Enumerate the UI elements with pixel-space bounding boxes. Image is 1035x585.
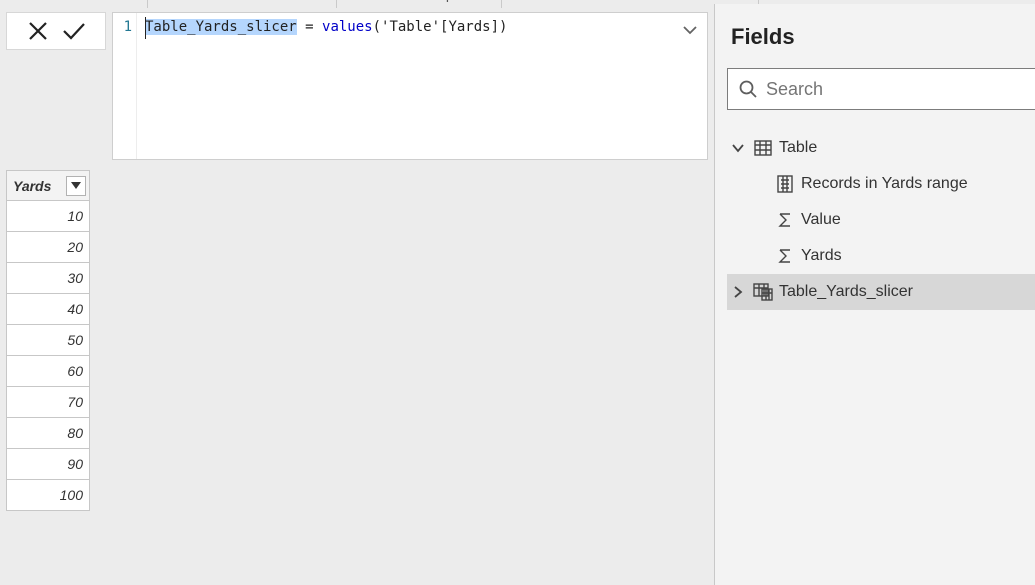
- fields-title: Fields: [727, 12, 1035, 68]
- search-box[interactable]: [727, 68, 1035, 110]
- chevron-down-icon: [729, 139, 747, 157]
- tree-item-records-in-yards-range[interactable]: Records in Yards range: [727, 166, 1035, 202]
- grid-row[interactable]: 30: [7, 263, 90, 294]
- grid-row[interactable]: 20: [7, 232, 90, 263]
- tree-item-label: Table_Yards_slicer: [779, 283, 913, 301]
- formula-function: values: [322, 19, 373, 35]
- data-grid: Yards 10 20 30 40 50 60 70 80 90 100: [6, 170, 90, 511]
- tree-item-label: Value: [801, 211, 841, 229]
- tree-item-label: Records in Yards range: [801, 175, 968, 193]
- formula-line-number: 1: [113, 13, 137, 159]
- cancel-icon[interactable]: [23, 16, 53, 46]
- grid-header-label: Yards: [7, 178, 66, 194]
- calculated-table-icon: [753, 282, 773, 302]
- formula-confirm-cancel-box: [6, 12, 106, 50]
- formula-eq: =: [297, 19, 322, 35]
- tree-item-label: Yards: [801, 247, 842, 265]
- measure-icon: [775, 174, 795, 194]
- column-dropdown-icon[interactable]: [66, 176, 86, 196]
- tree-item-yards[interactable]: Yards: [727, 238, 1035, 274]
- grid-header[interactable]: Yards: [7, 171, 90, 201]
- grid-row[interactable]: 10: [7, 201, 90, 232]
- chevron-right-icon: [729, 283, 747, 301]
- grid-row[interactable]: 50: [7, 325, 90, 356]
- fields-panel: Fields Table Recor: [714, 4, 1035, 585]
- tree-item-value[interactable]: Value: [727, 202, 1035, 238]
- formula-bar[interactable]: 1 Table_Yards_slicer = values('Table'[Ya…: [112, 12, 708, 160]
- text-cursor: [145, 17, 146, 39]
- tree-item-table[interactable]: Table: [727, 130, 1035, 166]
- tree-item-label: Table: [779, 139, 817, 157]
- grid-row[interactable]: 100: [7, 480, 90, 511]
- sigma-icon: [775, 210, 795, 230]
- sigma-icon: [775, 246, 795, 266]
- grid-row[interactable]: 40: [7, 294, 90, 325]
- grid-row[interactable]: 60: [7, 356, 90, 387]
- tree-item-table-yards-slicer[interactable]: Table_Yards_slicer: [727, 274, 1035, 310]
- formula-args: ('Table'[Yards]): [373, 19, 508, 35]
- grid-row[interactable]: 90: [7, 449, 90, 480]
- table-icon: [753, 138, 773, 158]
- expand-formula-icon[interactable]: [673, 13, 707, 47]
- formula-code[interactable]: Table_Yards_slicer = values('Table'[Yard…: [137, 13, 707, 159]
- fields-tree: Table Records in Yards range Value: [727, 130, 1035, 310]
- grid-row[interactable]: 70: [7, 387, 90, 418]
- grid-row[interactable]: 80: [7, 418, 90, 449]
- commit-icon[interactable]: [59, 16, 89, 46]
- formula-selected-name: Table_Yards_slicer: [145, 19, 297, 35]
- search-icon: [738, 79, 758, 99]
- search-input[interactable]: [766, 79, 1035, 100]
